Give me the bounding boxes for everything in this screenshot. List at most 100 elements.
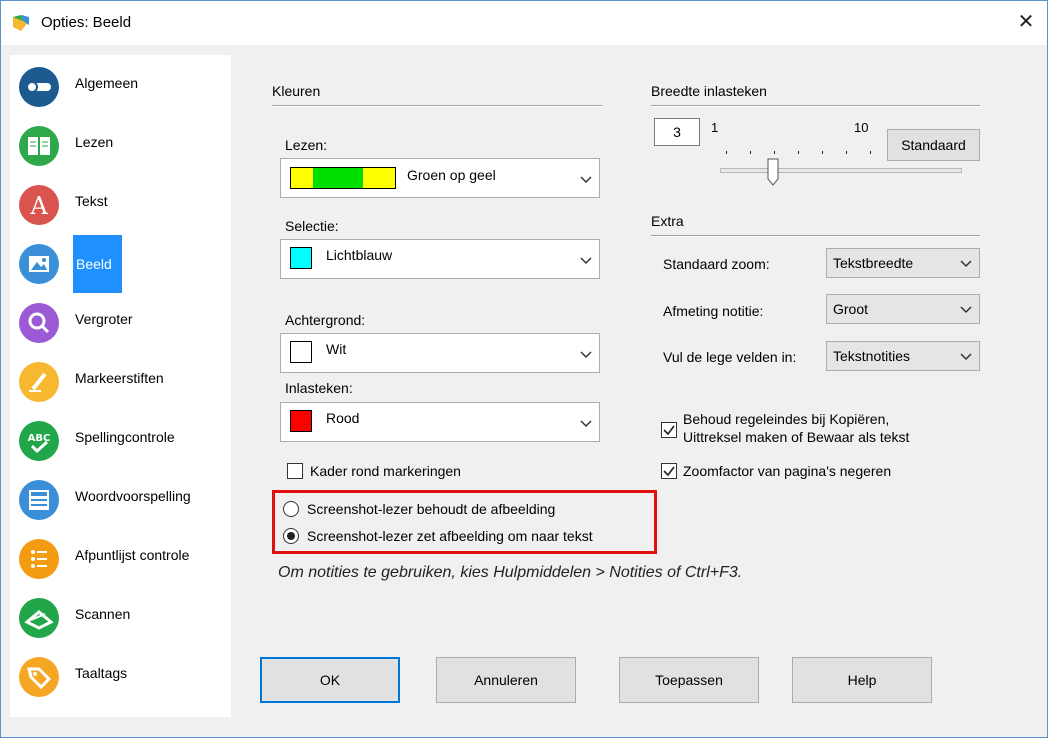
background-color-label: Achtergrond: (285, 312, 366, 328)
note-size-value: Groot (833, 301, 869, 317)
reading-color-swatch (290, 167, 396, 189)
caret-color-value: Rood (326, 410, 360, 426)
slider-min-label: 1 (711, 120, 719, 135)
note-size-label: Afmeting notitie: (663, 303, 764, 319)
ignore-zoom-checkbox[interactable] (661, 463, 677, 479)
chevron-down-icon (960, 306, 972, 314)
caret-swatch (290, 410, 312, 432)
ok-button[interactable]: OK (260, 657, 400, 703)
sidebar-item-label: Vergroter (75, 311, 133, 327)
background-color-value: Wit (326, 341, 347, 357)
caret-width-slider-track[interactable] (720, 168, 962, 173)
chevron-down-icon (580, 257, 592, 265)
standard-button[interactable]: Standaard (887, 129, 980, 161)
sidebar-item-label: Scannen (75, 606, 131, 622)
sidebar-item-woordvoorspelling[interactable]: Woordvoorspelling (10, 472, 231, 526)
tag-icon (19, 657, 59, 697)
colors-section-title: Kleuren (272, 83, 321, 99)
reading-color-value: Groen op geel (407, 167, 496, 183)
sidebar-item-spellingcontrole[interactable]: ABC Spellingcontrole (10, 413, 231, 467)
sidebar-item-lezen[interactable]: Lezen (10, 118, 231, 172)
sidebar-item-label: Algemeen (75, 75, 139, 91)
sidebar-item-afpuntlijst[interactable]: Afpuntlijst controle (10, 531, 231, 585)
options-dialog: Opties: Beeld ✕ Algemeen Lezen A Tekst B… (0, 0, 1048, 738)
svg-text:A: A (29, 192, 48, 220)
letter-a-icon: A (19, 185, 59, 225)
extra-section-title: Extra (651, 213, 684, 229)
fill-fields-label: Vul de lege velden in: (663, 349, 797, 365)
cancel-button[interactable]: Annuleren (436, 657, 576, 703)
caret-width-input[interactable]: 3 (654, 118, 700, 146)
divider (651, 235, 980, 237)
sidebar-item-algemeen[interactable]: Algemeen (10, 59, 231, 113)
sidebar-item-label: Spellingcontrole (75, 429, 175, 445)
check-icon (663, 425, 675, 436)
sidebar-item-scannen[interactable]: Scannen (10, 590, 231, 644)
sidebar-item-markeerstiften[interactable]: Markeerstiften (10, 354, 231, 408)
window-title: Opties: Beeld (41, 14, 132, 31)
keep-linebreaks-checkbox[interactable] (661, 422, 677, 438)
fill-fields-select[interactable]: Tekstnotities (826, 341, 980, 371)
highlight-box (272, 490, 657, 554)
divider (272, 105, 602, 107)
scanner-icon (19, 598, 59, 638)
sidebar-item-taaltags[interactable]: Taaltags (10, 649, 231, 703)
slider-tick (798, 151, 799, 154)
caret-color-select[interactable]: Rood (280, 402, 600, 442)
slider-tick (750, 151, 751, 154)
caret-color-label: Inlasteken: (285, 380, 353, 396)
slider-tick (822, 151, 823, 154)
keep-image-label: Screenshot-lezer behoudt de afbeelding (307, 501, 556, 517)
selection-color-select[interactable]: Lichtblauw (280, 239, 600, 279)
book-icon (19, 126, 59, 166)
close-icon[interactable]: ✕ (1013, 9, 1039, 35)
chevron-down-icon (580, 176, 592, 184)
fill-fields-value: Tekstnotities (833, 348, 911, 364)
zoom-value: Tekstbreedte (833, 255, 914, 271)
sidebar-item-beeld[interactable]: Beeld (10, 235, 231, 293)
keep-linebreaks-label-line1: Behoud regeleindes bij Kopiëren, (683, 411, 890, 427)
checklist-icon (19, 539, 59, 579)
sidebar-item-label: Lezen (75, 134, 114, 150)
divider (651, 105, 980, 107)
sidebar-item-label: Beeld (73, 235, 122, 293)
slider-tick (726, 151, 727, 154)
convert-text-radio[interactable] (283, 528, 299, 544)
slider-tick (870, 151, 871, 154)
zoom-select[interactable]: Tekstbreedte (826, 248, 980, 278)
help-button[interactable]: Help (792, 657, 932, 703)
selection-swatch (290, 247, 312, 269)
background-swatch (290, 341, 312, 363)
caret-width-title: Breedte inlasteken (651, 83, 767, 99)
sidebar-item-label: Taaltags (75, 665, 128, 681)
highlighter-icon (19, 362, 59, 402)
zoom-label: Standaard zoom: (663, 256, 770, 272)
apply-button[interactable]: Toepassen (619, 657, 759, 703)
sidebar-item-label: Afpuntlijst controle (75, 547, 190, 563)
note-size-select[interactable]: Groot (826, 294, 980, 324)
chevron-down-icon (580, 420, 592, 428)
sidebar-item-tekst[interactable]: A Tekst (10, 177, 231, 231)
category-sidebar: Algemeen Lezen A Tekst Beeld Vergroter M… (10, 55, 231, 717)
reading-color-label: Lezen: (285, 137, 328, 153)
chevron-down-icon (960, 260, 972, 268)
convert-text-label: Screenshot-lezer zet afbeelding om naar … (307, 528, 593, 544)
background-color-select[interactable]: Wit (280, 333, 600, 373)
chevron-down-icon (580, 351, 592, 359)
title-bar: Opties: Beeld ✕ (1, 1, 1047, 45)
sidebar-item-vergroter[interactable]: Vergroter (10, 295, 231, 349)
caret-width-slider-thumb[interactable] (767, 158, 779, 186)
chevron-down-icon (960, 353, 972, 361)
slider-max-label: 10 (854, 120, 869, 135)
keep-image-radio[interactable] (283, 501, 299, 517)
image-icon (19, 244, 59, 284)
app-icon (11, 13, 31, 33)
reading-color-select[interactable]: Groen op geel (280, 158, 600, 198)
radio-dot (287, 532, 295, 540)
frame-markings-checkbox[interactable] (287, 463, 303, 479)
sidebar-item-label: Markeerstiften (75, 370, 164, 386)
slider-tick (846, 151, 847, 154)
slider-tick (774, 151, 775, 154)
frame-markings-label: Kader rond markeringen (310, 463, 461, 479)
selection-color-value: Lichtblauw (326, 247, 393, 263)
